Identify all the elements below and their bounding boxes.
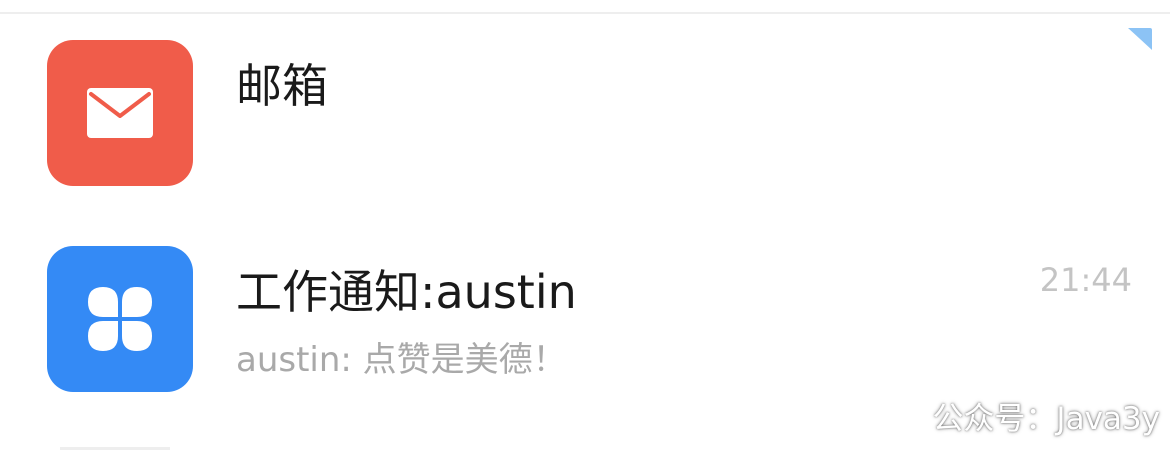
conversation-title: 邮箱: [236, 59, 328, 113]
clover-icon: [88, 287, 152, 351]
message-preview: austin: 点赞是美德！: [236, 340, 567, 380]
work-notification-app-icon: [47, 246, 193, 392]
conversation-title: 工作通知:austin: [236, 265, 577, 319]
conversation-item-mailbox[interactable]: 邮箱: [0, 30, 1170, 210]
watermark: 公众号：Java3y: [932, 401, 1160, 437]
top-divider: [0, 12, 1170, 14]
next-item-edge: [60, 447, 170, 450]
envelope-icon: [87, 88, 153, 138]
conversation-item-work-notification[interactable]: 工作通知:austin 21:44 austin: 点赞是美德！: [0, 236, 1170, 416]
mail-app-icon: [47, 40, 193, 186]
message-timestamp: 21:44: [1039, 261, 1132, 299]
